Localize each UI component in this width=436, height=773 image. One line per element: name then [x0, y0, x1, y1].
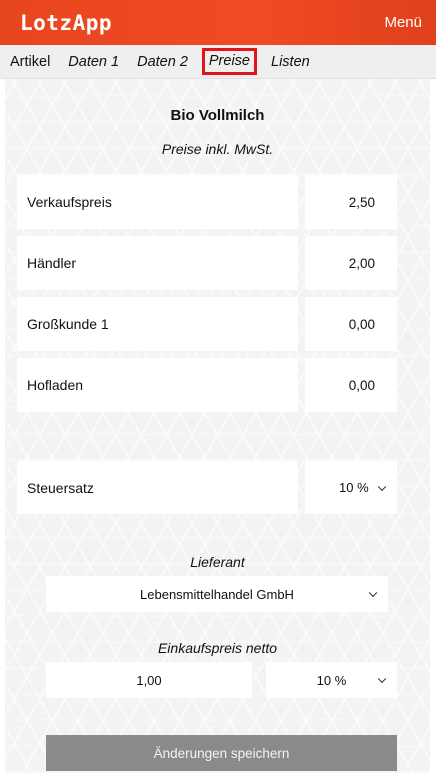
tax-rate-value: 10 %	[339, 480, 369, 495]
price-input-haendler[interactable]: 2,00	[305, 236, 397, 290]
app-header: LotzApp Menü	[0, 0, 436, 45]
purchase-price-label: Einkaufspreis netto	[157, 640, 278, 656]
tab-preise[interactable]: Preise	[201, 48, 257, 75]
price-subtitle: Preise inkl. MwSt.	[161, 141, 274, 157]
price-input-grosskunde-1[interactable]: 0,00	[305, 297, 397, 351]
menu-button[interactable]: Menü	[384, 14, 422, 31]
tab-daten-1[interactable]: Daten 1	[64, 51, 123, 73]
price-input-hofladen[interactable]: 0,00	[305, 358, 397, 412]
tax-rate-select[interactable]: 10 %	[305, 461, 397, 514]
purchase-price-input[interactable]: 1,00	[46, 662, 252, 698]
supplier-label: Lieferant	[190, 554, 245, 570]
product-title: Bio Vollmilch	[170, 107, 265, 124]
tab-daten-2[interactable]: Daten 2	[133, 51, 192, 73]
price-label-grosskunde-1: Großkunde 1	[17, 297, 298, 351]
purchase-tax-value: 10 %	[316, 672, 347, 688]
price-panel: Bio Vollmilch Preise inkl. MwSt. Verkauf…	[5, 79, 430, 773]
supplier-value: Lebensmittelhandel GmbH	[140, 586, 294, 602]
price-label-hofladen: Hofladen	[17, 358, 298, 412]
app-logo: LotzApp	[20, 10, 113, 35]
supplier-select[interactable]: Lebensmittelhandel GmbH	[46, 576, 388, 612]
price-label-verkaufspreis: Verkaufspreis	[17, 175, 298, 229]
price-label-haendler: Händler	[17, 236, 298, 290]
chevron-down-icon	[377, 674, 387, 684]
save-changes-button[interactable]: Änderungen speichern	[46, 735, 397, 771]
tab-listen[interactable]: Listen	[267, 51, 314, 73]
purchase-tax-select[interactable]: 10 %	[266, 662, 397, 698]
price-input-verkaufspreis[interactable]: 2,50	[305, 175, 397, 229]
tab-artikel[interactable]: Artikel	[6, 51, 54, 73]
chevron-down-icon	[368, 588, 378, 598]
tax-rate-label: Steuersatz	[17, 461, 298, 514]
tab-bar: Artikel Daten 1 Daten 2 Preise Listen	[0, 45, 436, 79]
chevron-down-icon	[377, 482, 387, 491]
